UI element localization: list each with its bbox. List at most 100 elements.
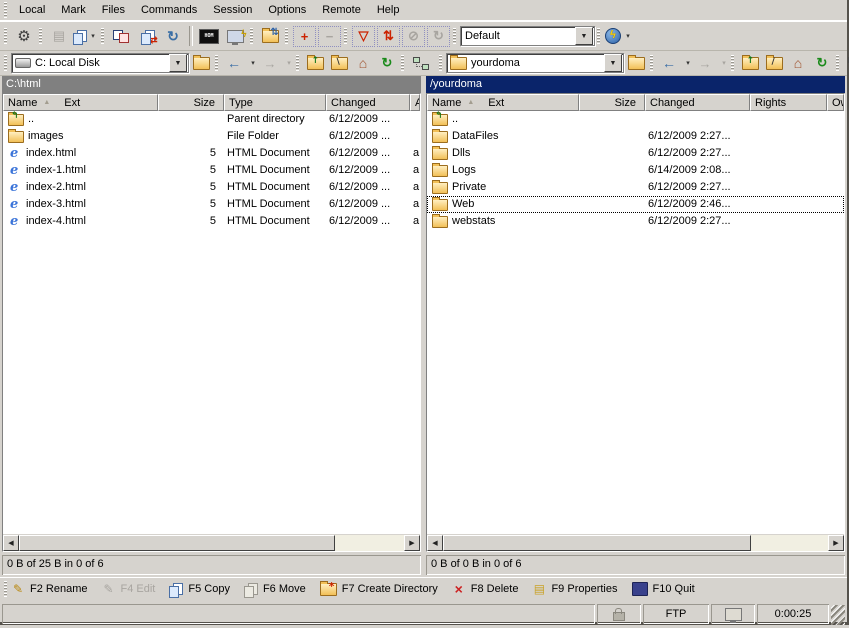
file-row[interactable]: Logs 6/14/2009 2:08... xyxy=(427,162,844,179)
toolbar-gripper[interactable] xyxy=(650,55,653,71)
home-directory-button[interactable]: ⌂ xyxy=(787,53,809,73)
file-row[interactable]: images File Folder 6/12/2009 ... xyxy=(3,128,420,145)
file-row[interactable]: index.html 5 HTML Document 6/12/2009 ...… xyxy=(3,145,420,162)
home-directory-button[interactable]: ⌂ xyxy=(352,53,374,73)
scroll-thumb[interactable] xyxy=(443,535,751,551)
column-header-size[interactable]: Size xyxy=(579,94,645,111)
menu-session[interactable]: Session xyxy=(205,2,260,18)
toolbar-gripper[interactable] xyxy=(101,28,104,44)
back-button[interactable]: ← xyxy=(223,53,245,73)
drive-combo[interactable]: C: Local Disk ▼ xyxy=(11,53,189,73)
toolbar-gripper[interactable] xyxy=(439,55,442,71)
menu-help[interactable]: Help xyxy=(369,2,408,18)
fkey-rename-button[interactable]: ✎ F2 Rename xyxy=(11,582,87,596)
toolbar-gripper[interactable] xyxy=(344,28,347,44)
file-row[interactable]: .. xyxy=(427,111,844,128)
column-header-size[interactable]: Size xyxy=(158,94,224,111)
sort-button[interactable]: ⇅ xyxy=(377,26,400,47)
root-directory-button[interactable] xyxy=(328,53,350,73)
select-files-button[interactable]: + xyxy=(293,26,316,47)
menu-commands[interactable]: Commands xyxy=(133,2,205,18)
scroll-thumb[interactable] xyxy=(19,535,335,551)
toolbar-gripper[interactable] xyxy=(401,55,404,71)
column-header-owner[interactable]: Owner xyxy=(827,94,844,111)
scroll-track[interactable] xyxy=(443,535,828,551)
fkey-properties-button[interactable]: ▤ F9 Properties xyxy=(532,582,617,596)
toolbar-gripper[interactable] xyxy=(4,28,7,44)
toolbar-gripper[interactable] xyxy=(4,581,7,597)
root-directory-button[interactable] xyxy=(763,53,785,73)
session-combo[interactable]: Default ▼ xyxy=(460,26,595,46)
toolbar-gripper[interactable] xyxy=(731,55,734,71)
filter-button[interactable]: ▽ xyxy=(352,26,375,47)
file-row[interactable]: Web 6/12/2009 2:46... xyxy=(427,196,844,213)
show-hidden-button[interactable]: ⊘ xyxy=(402,26,425,47)
column-header-name[interactable]: Name ▲ Ext xyxy=(3,94,158,111)
toolbar-gripper[interactable] xyxy=(836,55,839,71)
column-header-type[interactable]: Type xyxy=(224,94,326,111)
file-row[interactable]: Private 6/12/2009 2:27... xyxy=(427,179,844,196)
compare-directories-button[interactable] xyxy=(109,25,133,47)
fkey-move-button[interactable]: F6 Move xyxy=(244,583,306,596)
remote-directory-combo[interactable]: yourdoma ▼ xyxy=(446,53,624,73)
parent-directory-button[interactable] xyxy=(304,53,326,73)
remote-file-list[interactable]: .. DataFiles 6/12/2009 2:27... Dlls 6/12… xyxy=(427,111,844,534)
remote-path-bar[interactable]: /yourdoma xyxy=(426,76,845,93)
scroll-right-button[interactable]: ▶ xyxy=(404,535,420,551)
chevron-down-icon[interactable]: ▼ xyxy=(575,27,593,45)
local-hscrollbar[interactable]: ◀ ▶ xyxy=(3,534,420,551)
queue-button[interactable]: ↻ xyxy=(427,26,450,47)
parent-directory-button[interactable] xyxy=(739,53,761,73)
toolbar-gripper[interactable] xyxy=(4,2,7,18)
local-path-bar[interactable]: C:\html xyxy=(2,76,421,93)
column-header-ext[interactable]: Ext xyxy=(64,97,80,109)
transfer-settings-button[interactable]: ▾ xyxy=(73,25,98,47)
refresh-panel-button[interactable]: ↻ xyxy=(811,53,833,73)
file-row[interactable]: .. Parent directory 6/12/2009 ... xyxy=(3,111,420,128)
scroll-left-button[interactable]: ◀ xyxy=(427,535,443,551)
toolbar-gripper[interactable] xyxy=(250,28,253,44)
toolbar-gripper[interactable] xyxy=(453,28,456,44)
toolbar-gripper[interactable] xyxy=(285,28,288,44)
column-header-rights[interactable]: Rights xyxy=(750,94,827,111)
menu-options[interactable]: Options xyxy=(260,2,314,18)
synchronize-button[interactable]: ⇄ xyxy=(135,25,159,47)
tree-view-button[interactable] xyxy=(844,53,849,73)
file-row[interactable]: index-1.html 5 HTML Document 6/12/2009 .… xyxy=(3,162,420,179)
menu-files[interactable]: Files xyxy=(94,2,133,18)
scroll-right-button[interactable]: ▶ xyxy=(828,535,844,551)
fkey-delete-button[interactable]: × F8 Delete xyxy=(452,581,519,597)
column-header-changed[interactable]: Changed xyxy=(645,94,750,111)
local-file-list[interactable]: .. Parent directory 6/12/2009 ... images… xyxy=(3,111,420,534)
unselect-files-button[interactable]: − xyxy=(318,26,341,47)
session-log-button[interactable]: ▤ xyxy=(47,25,71,47)
chevron-down-icon[interactable]: ▼ xyxy=(604,54,622,72)
menu-remote[interactable]: Remote xyxy=(314,2,369,18)
fkey-quit-button[interactable]: F10 Quit xyxy=(632,582,695,596)
remote-hscrollbar[interactable]: ◀ ▶ xyxy=(427,534,844,551)
resize-grip[interactable] xyxy=(831,605,845,625)
file-row[interactable]: Dlls 6/12/2009 2:27... xyxy=(427,145,844,162)
open-directory-button[interactable] xyxy=(190,53,212,73)
back-history-dropdown[interactable]: ▾ xyxy=(248,59,258,67)
column-header-name[interactable]: Name ▲ Ext xyxy=(427,94,579,111)
chevron-down-icon[interactable]: ▾ xyxy=(88,32,98,40)
refresh-button[interactable]: ↻ xyxy=(161,25,185,47)
column-header-attr[interactable]: Attr xyxy=(410,94,420,111)
login-dialog-button[interactable]: ϟ▾ xyxy=(605,25,633,47)
toolbar-gripper[interactable] xyxy=(4,55,7,71)
toolbar-gripper[interactable] xyxy=(296,55,299,71)
file-row[interactable]: webstats 6/12/2009 2:27... xyxy=(427,213,844,230)
toolbar-gripper[interactable] xyxy=(215,55,218,71)
forward-history-dropdown[interactable]: ▾ xyxy=(719,59,729,67)
fkey-copy-button[interactable]: F5 Copy xyxy=(169,583,230,596)
tree-view-button[interactable] xyxy=(409,53,431,73)
column-header-changed[interactable]: Changed xyxy=(326,94,410,111)
back-button[interactable]: ← xyxy=(658,53,680,73)
open-directory-button[interactable] xyxy=(625,53,647,73)
fkey-create-directory-button[interactable]: F7 Create Directory xyxy=(320,583,438,596)
refresh-panel-button[interactable]: ↻ xyxy=(376,53,398,73)
menu-mark[interactable]: Mark xyxy=(53,2,93,18)
new-session-button[interactable]: ϟ xyxy=(223,25,247,47)
menu-local[interactable]: Local xyxy=(11,2,53,18)
